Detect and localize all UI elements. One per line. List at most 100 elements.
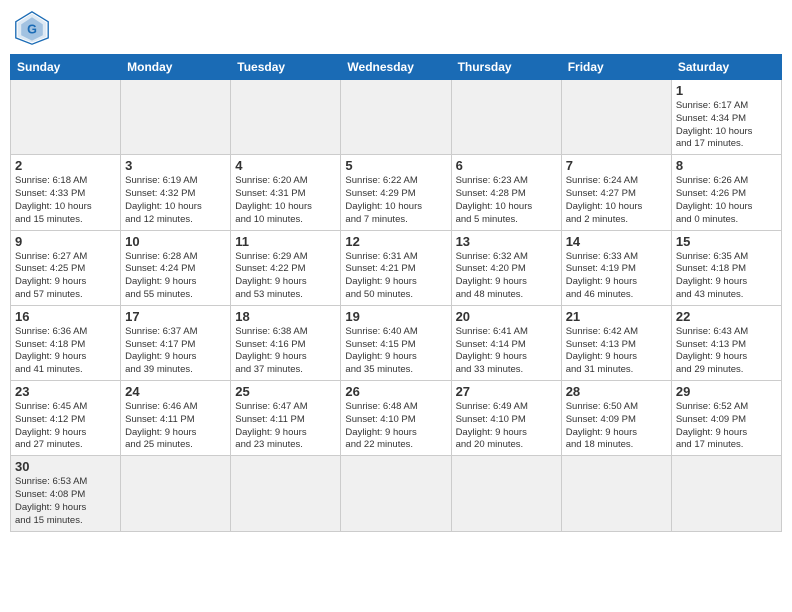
day-number: 25 xyxy=(235,384,336,399)
day-number: 16 xyxy=(15,309,116,324)
day-info: Sunrise: 6:29 AM Sunset: 4:22 PM Dayligh… xyxy=(235,251,336,302)
day-info: Sunrise: 6:19 AM Sunset: 4:32 PM Dayligh… xyxy=(125,175,226,226)
calendar-cell xyxy=(561,80,671,155)
weekday-header-friday: Friday xyxy=(561,55,671,80)
calendar-cell xyxy=(231,80,341,155)
day-number: 21 xyxy=(566,309,667,324)
calendar-cell: 4 Sunrise: 6:20 AM Sunset: 4:31 PM Daylig… xyxy=(231,155,341,230)
day-info: Sunrise: 6:47 AM Sunset: 4:11 PM Dayligh… xyxy=(235,401,336,452)
day-info: Sunrise: 6:28 AM Sunset: 4:24 PM Dayligh… xyxy=(125,251,226,302)
calendar: SundayMondayTuesdayWednesdayThursdayFrid… xyxy=(10,54,782,532)
day-info: Sunrise: 6:46 AM Sunset: 4:11 PM Dayligh… xyxy=(125,401,226,452)
calendar-cell: 5Sunrise: 6:22 AM Sunset: 4:29 PM Daylig… xyxy=(341,155,451,230)
calendar-cell xyxy=(231,456,341,531)
day-number: 23 xyxy=(15,384,116,399)
calendar-cell: 9 Sunrise: 6:27 AM Sunset: 4:25 PM Daylig… xyxy=(11,230,121,305)
calendar-cell: 28 Sunrise: 6:50 AM Sunset: 4:09 PM Dayli… xyxy=(561,381,671,456)
day-number: 19 xyxy=(345,309,446,324)
calendar-cell xyxy=(121,456,231,531)
day-number: 4 xyxy=(235,158,336,173)
day-number: 1 xyxy=(676,83,777,98)
calendar-cell: 2 Sunrise: 6:18 AM Sunset: 4:33 PM Daylig… xyxy=(11,155,121,230)
day-number: 30 xyxy=(15,459,116,474)
week-row-1: 2 Sunrise: 6:18 AM Sunset: 4:33 PM Daylig… xyxy=(11,155,782,230)
calendar-cell: 19 Sunrise: 6:40 AM Sunset: 4:15 PM Dayli… xyxy=(341,305,451,380)
day-number: 3 xyxy=(125,158,226,173)
day-number: 17 xyxy=(125,309,226,324)
day-info: Sunrise: 6:48 AM Sunset: 4:10 PM Dayligh… xyxy=(345,401,446,452)
day-info: Sunrise: 6:24 AM Sunset: 4:27 PM Dayligh… xyxy=(566,175,667,226)
calendar-cell: 25 Sunrise: 6:47 AM Sunset: 4:11 PM Dayli… xyxy=(231,381,341,456)
day-number: 28 xyxy=(566,384,667,399)
calendar-cell: 8Sunrise: 6:26 AM Sunset: 4:26 PM Daylig… xyxy=(671,155,781,230)
calendar-cell: 27 Sunrise: 6:49 AM Sunset: 4:10 PM Dayli… xyxy=(451,381,561,456)
calendar-cell: 11 Sunrise: 6:29 AM Sunset: 4:22 PM Dayli… xyxy=(231,230,341,305)
calendar-cell: 14Sunrise: 6:33 AM Sunset: 4:19 PM Dayli… xyxy=(561,230,671,305)
day-info: Sunrise: 6:37 AM Sunset: 4:17 PM Dayligh… xyxy=(125,326,226,377)
day-info: Sunrise: 6:53 AM Sunset: 4:08 PM Dayligh… xyxy=(15,476,116,527)
calendar-cell xyxy=(561,456,671,531)
day-info: Sunrise: 6:41 AM Sunset: 4:14 PM Dayligh… xyxy=(456,326,557,377)
weekday-header-tuesday: Tuesday xyxy=(231,55,341,80)
day-info: Sunrise: 6:18 AM Sunset: 4:33 PM Dayligh… xyxy=(15,175,116,226)
day-info: Sunrise: 6:35 AM Sunset: 4:18 PM Dayligh… xyxy=(676,251,777,302)
day-number: 13 xyxy=(456,234,557,249)
day-info: Sunrise: 6:43 AM Sunset: 4:13 PM Dayligh… xyxy=(676,326,777,377)
weekday-header-thursday: Thursday xyxy=(451,55,561,80)
calendar-cell: 18Sunrise: 6:38 AM Sunset: 4:16 PM Dayli… xyxy=(231,305,341,380)
day-info: Sunrise: 6:20 AM Sunset: 4:31 PM Dayligh… xyxy=(235,175,336,226)
calendar-cell xyxy=(121,80,231,155)
day-info: Sunrise: 6:50 AM Sunset: 4:09 PM Dayligh… xyxy=(566,401,667,452)
day-number: 9 xyxy=(15,234,116,249)
day-number: 12 xyxy=(345,234,446,249)
day-info: Sunrise: 6:33 AM Sunset: 4:19 PM Dayligh… xyxy=(566,251,667,302)
day-number: 26 xyxy=(345,384,446,399)
calendar-cell: 10Sunrise: 6:28 AM Sunset: 4:24 PM Dayli… xyxy=(121,230,231,305)
day-number: 5 xyxy=(345,158,446,173)
calendar-cell: 24 Sunrise: 6:46 AM Sunset: 4:11 PM Dayli… xyxy=(121,381,231,456)
header: G xyxy=(10,10,782,46)
week-row-0: 1 Sunrise: 6:17 AM Sunset: 4:34 PM Daylig… xyxy=(11,80,782,155)
calendar-cell: 29Sunrise: 6:52 AM Sunset: 4:09 PM Dayli… xyxy=(671,381,781,456)
weekday-header-row: SundayMondayTuesdayWednesdayThursdayFrid… xyxy=(11,55,782,80)
week-row-5: 30 Sunrise: 6:53 AM Sunset: 4:08 PM Dayli… xyxy=(11,456,782,531)
calendar-cell: 30 Sunrise: 6:53 AM Sunset: 4:08 PM Dayli… xyxy=(11,456,121,531)
day-info: Sunrise: 6:38 AM Sunset: 4:16 PM Dayligh… xyxy=(235,326,336,377)
day-number: 6 xyxy=(456,158,557,173)
calendar-cell xyxy=(341,80,451,155)
calendar-cell xyxy=(11,80,121,155)
weekday-header-monday: Monday xyxy=(121,55,231,80)
svg-text:G: G xyxy=(27,22,37,36)
day-info: Sunrise: 6:26 AM Sunset: 4:26 PM Dayligh… xyxy=(676,175,777,226)
logo: G xyxy=(14,10,54,46)
day-number: 15 xyxy=(676,234,777,249)
day-info: Sunrise: 6:45 AM Sunset: 4:12 PM Dayligh… xyxy=(15,401,116,452)
week-row-2: 9 Sunrise: 6:27 AM Sunset: 4:25 PM Daylig… xyxy=(11,230,782,305)
calendar-cell: 15 Sunrise: 6:35 AM Sunset: 4:18 PM Dayli… xyxy=(671,230,781,305)
calendar-cell: 26 Sunrise: 6:48 AM Sunset: 4:10 PM Dayli… xyxy=(341,381,451,456)
calendar-cell: 1 Sunrise: 6:17 AM Sunset: 4:34 PM Daylig… xyxy=(671,80,781,155)
day-info: Sunrise: 6:40 AM Sunset: 4:15 PM Dayligh… xyxy=(345,326,446,377)
day-number: 20 xyxy=(456,309,557,324)
calendar-cell: 16 Sunrise: 6:36 AM Sunset: 4:18 PM Dayli… xyxy=(11,305,121,380)
day-number: 7 xyxy=(566,158,667,173)
day-info: Sunrise: 6:49 AM Sunset: 4:10 PM Dayligh… xyxy=(456,401,557,452)
calendar-cell: 6 Sunrise: 6:23 AM Sunset: 4:28 PM Daylig… xyxy=(451,155,561,230)
calendar-cell: 17 Sunrise: 6:37 AM Sunset: 4:17 PM Dayli… xyxy=(121,305,231,380)
weekday-header-saturday: Saturday xyxy=(671,55,781,80)
logo-icon: G xyxy=(14,10,50,46)
calendar-cell: 21Sunrise: 6:42 AM Sunset: 4:13 PM Dayli… xyxy=(561,305,671,380)
calendar-cell xyxy=(451,80,561,155)
day-number: 22 xyxy=(676,309,777,324)
day-info: Sunrise: 6:36 AM Sunset: 4:18 PM Dayligh… xyxy=(15,326,116,377)
day-info: Sunrise: 6:27 AM Sunset: 4:25 PM Dayligh… xyxy=(15,251,116,302)
day-info: Sunrise: 6:31 AM Sunset: 4:21 PM Dayligh… xyxy=(345,251,446,302)
weekday-header-wednesday: Wednesday xyxy=(341,55,451,80)
day-number: 2 xyxy=(15,158,116,173)
day-number: 11 xyxy=(235,234,336,249)
day-info: Sunrise: 6:23 AM Sunset: 4:28 PM Dayligh… xyxy=(456,175,557,226)
day-number: 24 xyxy=(125,384,226,399)
calendar-cell: 7 Sunrise: 6:24 AM Sunset: 4:27 PM Daylig… xyxy=(561,155,671,230)
day-info: Sunrise: 6:17 AM Sunset: 4:34 PM Dayligh… xyxy=(676,100,777,151)
day-number: 27 xyxy=(456,384,557,399)
